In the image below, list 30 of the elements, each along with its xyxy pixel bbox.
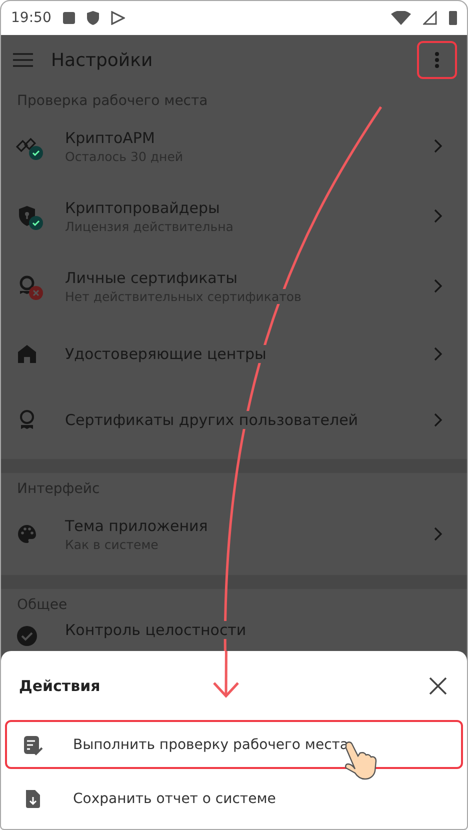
item-title: Удостоверяющие центры [65, 345, 266, 363]
play-store-icon [111, 11, 126, 25]
item-title: Криптопровайдеры [65, 198, 220, 216]
item-title: Сертификаты других пользователей [65, 411, 358, 429]
hand-pointer-icon [345, 742, 377, 780]
chevron-right-icon [433, 209, 443, 223]
sheet-title: Действия [19, 676, 100, 695]
chevron-right-icon [433, 413, 443, 427]
check-circle-icon [15, 624, 39, 648]
palette-icon [15, 522, 39, 546]
settings-item[interactable]: Удостоверяющие центры [1, 321, 467, 387]
chevron-right-icon [433, 279, 443, 293]
chevron-right-icon [433, 139, 443, 153]
settings-item[interactable]: Сертификаты других пользователей [1, 387, 467, 453]
chevron-right-icon [433, 527, 443, 541]
app-notification-icon [63, 12, 76, 24]
close-button[interactable] [427, 674, 449, 697]
close-icon [427, 674, 449, 697]
settings-item[interactable]: Контроль целостности [1, 615, 467, 655]
chevron-right-icon [433, 347, 443, 361]
wifi-icon [391, 11, 411, 25]
screen-title: Настройки [51, 50, 154, 70]
more-options-button[interactable] [417, 41, 457, 79]
status-time: 19:50 [11, 10, 52, 26]
signal-icon [423, 11, 437, 25]
shield-notification-icon [87, 11, 100, 25]
more-vertical-icon [435, 52, 439, 68]
item-title: Контроль целостности [65, 621, 246, 639]
battery-icon [449, 11, 457, 25]
house-icon [15, 342, 39, 366]
